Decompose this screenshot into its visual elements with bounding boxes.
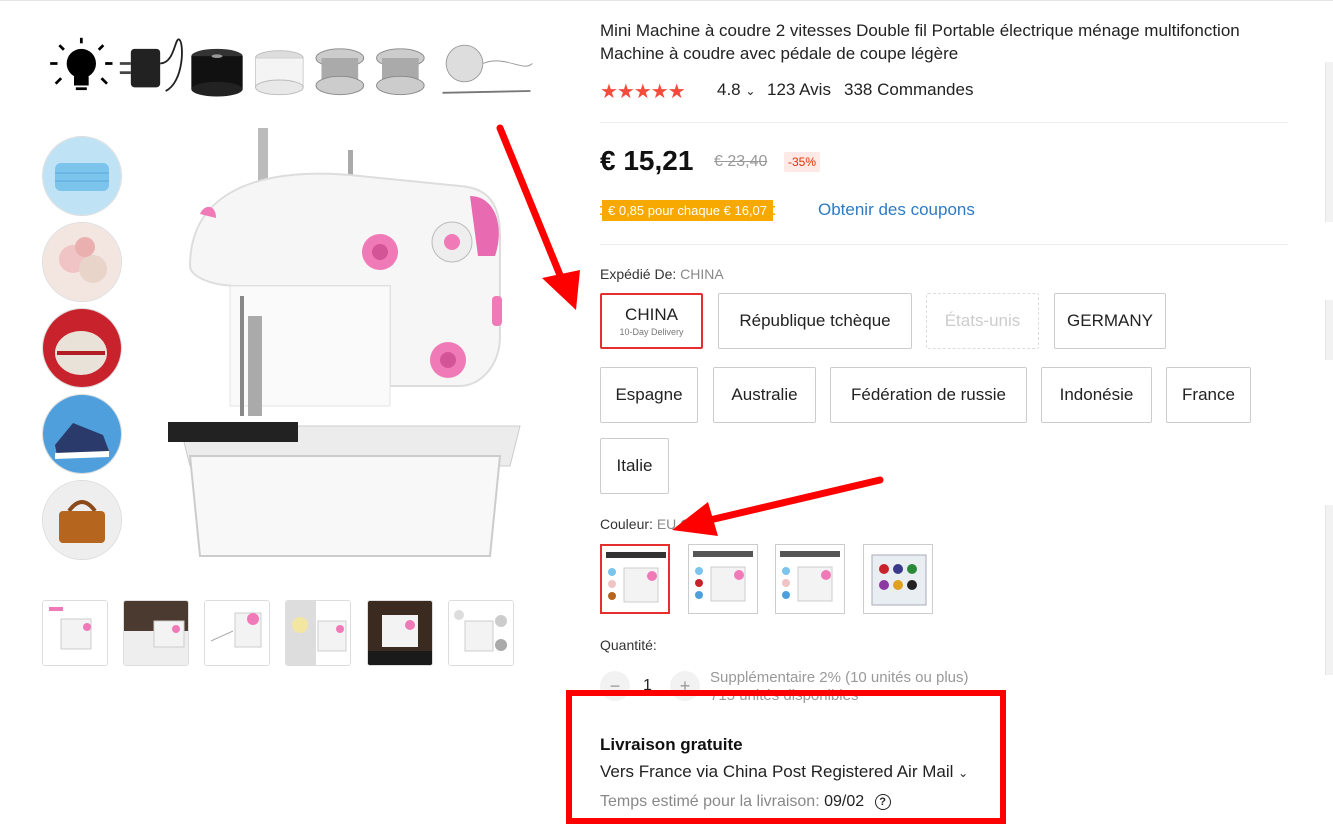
thumb-face-mask[interactable] (42, 136, 122, 216)
divider (600, 122, 1288, 123)
ship-option-australie[interactable]: Australie (713, 367, 816, 423)
ship-from-selected: CHINA (680, 266, 724, 282)
divider (600, 244, 1288, 245)
ship-option-republique-tcheque[interactable]: République tchèque (718, 293, 912, 349)
bulk-discount-note: Supplémentaire 2% (10 unités ou plus) (710, 669, 969, 686)
color-option-3[interactable] (775, 544, 845, 614)
ship-option-label: République tchèque (739, 311, 891, 330)
ship-option-label: CHINA (625, 305, 678, 324)
annotation-arrow-left (672, 476, 884, 536)
color-title: Couleur: (600, 516, 653, 532)
thumb-clothes[interactable] (42, 222, 122, 302)
color-option-2[interactable] (688, 544, 758, 614)
current-price: € 15,21 (600, 145, 694, 176)
chevron-down-icon: ⌄ (745, 84, 756, 98)
product-title: Mini Machine à coudre 2 vitesses Double … (600, 21, 1240, 63)
side-panel-edge (1325, 505, 1333, 675)
color-option-1[interactable] (600, 544, 670, 614)
ship-option-china[interactable]: CHINA 10-Day Delivery (600, 293, 703, 349)
ship-option-label: GERMANY (1067, 311, 1153, 330)
ship-option-label: Fédération de russie (851, 385, 1006, 404)
thumb-sneaker[interactable] (42, 394, 122, 474)
side-panel-edge (1325, 62, 1333, 222)
power-adapter-icon (119, 38, 183, 92)
bottom-thumb-2[interactable] (123, 600, 189, 666)
main-product-image (168, 128, 521, 557)
ship-from-label: Expédié De: CHINA (600, 266, 724, 282)
original-price: € 23,40 (714, 153, 768, 170)
bottom-thumb-5[interactable] (367, 600, 433, 666)
annotation-box (566, 690, 1006, 824)
ship-from-title: Expédié De: (600, 266, 677, 282)
rating-value[interactable]: 4.8 ⌄ (717, 80, 755, 100)
bottom-thumb-3[interactable] (204, 600, 270, 666)
black-thread-icon (191, 48, 243, 97)
thumb-handbag[interactable] (42, 480, 122, 560)
ship-option-federation-de-russie[interactable]: Fédération de russie (830, 367, 1027, 423)
metal-bobbin-icon (376, 48, 425, 96)
ship-option-label: Italie (616, 456, 653, 475)
ship-option-france[interactable]: France (1166, 367, 1251, 423)
ship-option-label: France (1182, 385, 1235, 404)
coupon-badge: € 0,85 pour chaque € 16,07 (600, 200, 776, 221)
ship-option-germany[interactable]: GERMANY (1054, 293, 1166, 349)
ship-option-indonesie[interactable]: Indonésie (1041, 367, 1152, 423)
accessory-strip-image (50, 37, 533, 97)
reviews-link[interactable]: 123 Avis (767, 80, 831, 100)
rating-stars: ★★★★★ (600, 81, 686, 103)
thumb-mittens[interactable] (42, 308, 122, 388)
discount-badge: -35% (784, 152, 821, 172)
get-coupons-link[interactable]: Obtenir des coupons (818, 200, 975, 220)
quantity-label: Quantité: (600, 637, 657, 653)
metal-bobbin-icon (315, 48, 365, 96)
white-thread-icon (255, 50, 304, 96)
bottom-thumb-4[interactable] (285, 600, 351, 666)
ship-option-sub: 10-Day Delivery (619, 327, 684, 337)
ship-option-etats-unis: États-unis (926, 293, 1039, 349)
color-option-4[interactable] (863, 544, 933, 614)
annotation-arrow-down (496, 124, 580, 310)
ship-option-italie[interactable]: Italie (600, 438, 669, 494)
bottom-thumb-1[interactable] (42, 600, 108, 666)
ship-option-label: Espagne (615, 385, 683, 404)
rating-number: 4.8 (717, 80, 741, 99)
bulb-icon (50, 37, 113, 91)
ship-option-label: Indonésie (1059, 385, 1134, 404)
orders-count: 338 Commandes (844, 80, 974, 99)
ship-option-espagne[interactable]: Espagne (600, 367, 698, 423)
side-panel-edge (1325, 300, 1333, 360)
top-border (0, 0, 1333, 1)
threader-needle-icon (442, 44, 533, 94)
ship-option-label: Australie (731, 385, 798, 404)
bottom-thumb-6[interactable] (448, 600, 514, 666)
ship-option-label: États-unis (944, 311, 1021, 330)
